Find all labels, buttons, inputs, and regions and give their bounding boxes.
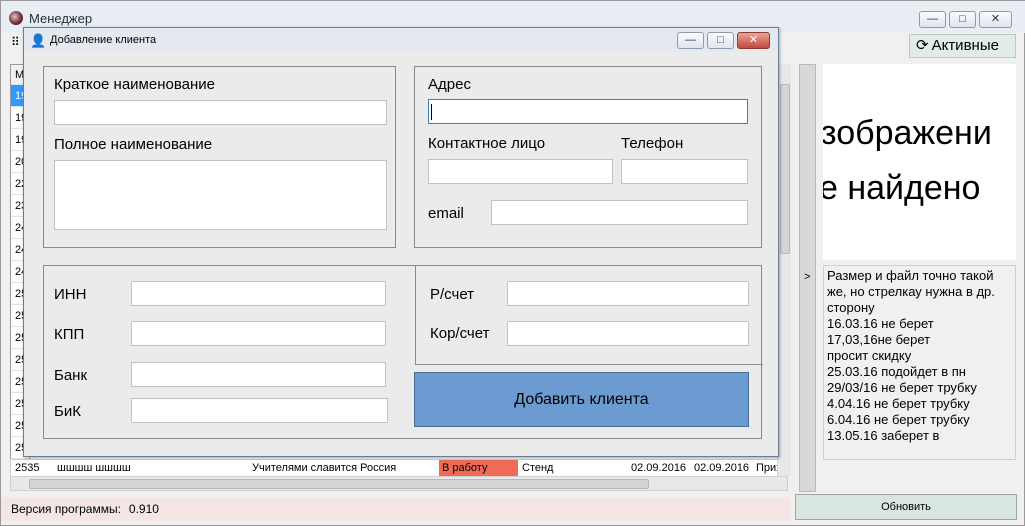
table-row[interactable]: 2535 шшшш шшшш Учителями славится Россия… <box>10 459 788 477</box>
note-line: 29/03/16 не берет трубку <box>827 380 977 395</box>
cell-type: Стенд <box>522 462 554 474</box>
corr-account-field[interactable] <box>507 321 749 346</box>
address-field[interactable] <box>428 99 748 124</box>
active-filter-button[interactable]: ⟳ Активные <box>909 34 1016 58</box>
note-line: 13.05.16 заберет в <box>827 428 940 443</box>
dialog-title-bar: 👤 Добавление клиента — □ ✕ <box>24 28 778 52</box>
note-line: 17,03,16не берет <box>827 332 931 347</box>
full-name-input[interactable] <box>55 161 386 229</box>
account-field[interactable] <box>507 281 749 306</box>
maximize-button[interactable]: □ <box>949 11 976 28</box>
name-group: Краткое наименование Полное наименование <box>43 66 396 248</box>
text-caret <box>431 104 432 120</box>
bik-input[interactable] <box>132 399 387 422</box>
scroll-thumb[interactable] <box>780 84 790 254</box>
add-client-dialog: 👤 Добавление клиента — □ ✕ Краткое наиме… <box>23 27 779 457</box>
dialog-minimize-button[interactable]: — <box>677 32 704 49</box>
email-label: email <box>428 205 464 222</box>
contact-person-field[interactable] <box>428 159 613 184</box>
close-button[interactable]: ✕ <box>979 11 1012 28</box>
divider <box>415 266 416 364</box>
cell-status: В работу <box>442 462 488 474</box>
bank-label: Банк <box>54 367 88 384</box>
corr-account-input[interactable] <box>508 322 748 345</box>
note-line: 25.03.16 подойдет в пн <box>827 364 966 379</box>
inn-input[interactable] <box>132 282 385 305</box>
address-input[interactable] <box>429 100 747 123</box>
dialog-title: Добавление клиента <box>50 34 157 46</box>
dialog-close-button[interactable]: ✕ <box>737 32 770 49</box>
notes-textarea[interactable]: Размер и файл точно такой же, но стрелка… <box>823 265 1016 460</box>
image-placeholder-line1: зображени <box>823 114 992 152</box>
cell-org: Учителями славится Россия <box>252 462 397 474</box>
horizontal-scrollbar[interactable] <box>10 476 788 491</box>
full-name-label: Полное наименование <box>54 136 213 153</box>
phone-input[interactable] <box>622 160 747 183</box>
bank-input[interactable] <box>132 363 385 386</box>
contact-person-input[interactable] <box>429 160 612 183</box>
scroll-thumb[interactable] <box>29 479 649 489</box>
inn-label: ИНН <box>54 286 87 303</box>
bik-label: БиК <box>54 403 81 420</box>
phone-label: Телефон <box>621 135 684 152</box>
kpp-input[interactable] <box>132 322 385 345</box>
short-name-label: Краткое наименование <box>54 76 215 93</box>
kpp-field[interactable] <box>131 321 386 346</box>
minimize-button[interactable]: — <box>919 11 946 28</box>
expand-arrow-icon[interactable]: > <box>804 271 810 283</box>
note-line: просит скидку <box>827 348 912 363</box>
account-input[interactable] <box>508 282 748 305</box>
note-line: 4.04.16 не берет трубку <box>827 396 970 411</box>
add-client-button[interactable]: Добавить клиента <box>414 372 749 427</box>
version-bar: Версия программы: 0.910 <box>1 497 791 521</box>
email-field[interactable] <box>491 200 748 225</box>
note-line: Размер и файл точно такой же, но стрелка… <box>827 268 995 315</box>
version-value: 0.910 <box>128 502 159 516</box>
email-input[interactable] <box>492 201 747 224</box>
vertical-scrollbar[interactable] <box>777 64 791 476</box>
cell-date1: 02.09.2016 <box>631 462 687 474</box>
full-name-field[interactable] <box>54 160 387 230</box>
cell-date2: 02.09.2016 <box>694 462 750 474</box>
dialog-maximize-button[interactable]: □ <box>707 32 734 49</box>
main-window-title: Менеджер <box>29 11 93 26</box>
kpp-label: КПП <box>54 326 85 343</box>
note-line: 6.04.16 не берет трубку <box>827 412 970 427</box>
cell-id: 2535 <box>15 462 40 474</box>
inn-field[interactable] <box>131 281 386 306</box>
contact-group: Адрес Контактное лицо Телефон email <box>414 66 762 248</box>
active-filter-label: Активные <box>931 37 999 54</box>
refresh-icon: ⟳ <box>916 37 929 54</box>
bik-field[interactable] <box>131 398 388 423</box>
address-label: Адрес <box>428 76 471 93</box>
version-label: Версия программы: <box>11 502 121 516</box>
corr-account-label: Кор/счет <box>430 325 490 342</box>
refresh-button[interactable]: Обновить <box>795 494 1017 520</box>
note-line: 16.03.16 не берет <box>827 316 934 331</box>
add-user-icon: 👤 <box>30 33 47 48</box>
cell-name: шшшш шшшш <box>57 462 131 474</box>
app-logo-icon <box>9 11 23 25</box>
image-placeholder-line2: е найдено <box>823 169 981 207</box>
image-preview: зображени е найдено <box>823 64 1016 260</box>
phone-field[interactable] <box>621 159 748 184</box>
short-name-input[interactable] <box>55 101 386 124</box>
account-label: Р/счет <box>430 286 475 303</box>
bank-field[interactable] <box>131 362 386 387</box>
divider <box>415 364 763 365</box>
contact-person-label: Контактное лицо <box>428 135 546 152</box>
short-name-field[interactable] <box>54 100 387 125</box>
